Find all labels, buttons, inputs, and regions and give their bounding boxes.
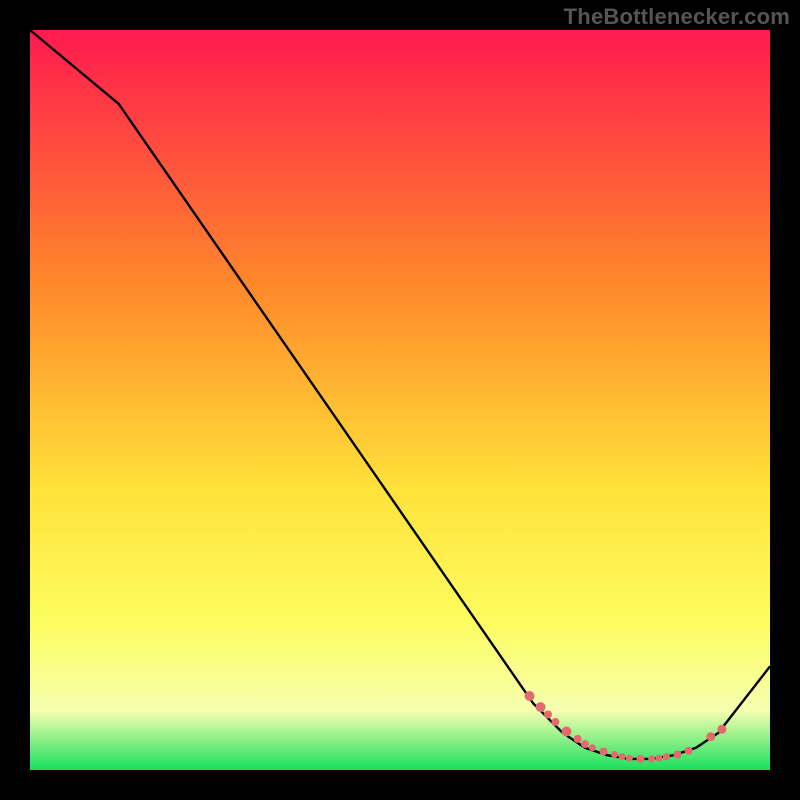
- marker-point: [544, 711, 552, 719]
- marker-point: [562, 727, 572, 737]
- marker-point: [706, 732, 715, 741]
- marker-point: [589, 744, 596, 751]
- marker-point: [600, 748, 608, 756]
- marker-point: [581, 740, 589, 748]
- marker-point: [574, 735, 582, 743]
- marker-point: [663, 753, 670, 760]
- marker-point: [551, 718, 559, 726]
- marker-point: [674, 751, 682, 759]
- marker-point: [525, 691, 535, 701]
- plot-area: [30, 30, 770, 770]
- marker-point: [619, 753, 626, 760]
- marker-point: [611, 751, 618, 758]
- chart-frame: TheBottlenecker.com: [0, 0, 800, 800]
- bottleneck-chart: [0, 0, 800, 800]
- marker-point: [685, 747, 693, 755]
- marker-point: [626, 755, 633, 762]
- marker-point: [656, 755, 663, 762]
- attribution-text: TheBottlenecker.com: [564, 4, 790, 30]
- marker-point: [637, 755, 645, 763]
- marker-point: [717, 725, 726, 734]
- marker-point: [648, 755, 655, 762]
- marker-point: [536, 702, 546, 712]
